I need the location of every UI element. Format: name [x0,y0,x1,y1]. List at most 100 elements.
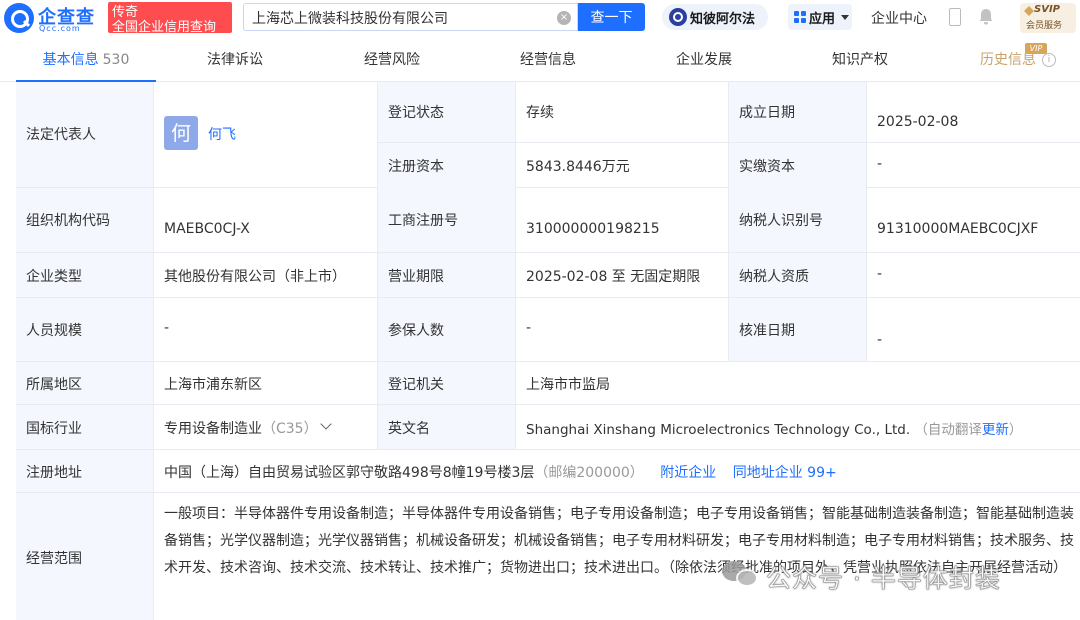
search-box: × [243,3,578,31]
region-label-cell: 所属地区 [16,362,154,404]
reg-authority-value-cell: 上海市市监局 [516,362,1080,404]
main-tabs: 基本信息 530 法律诉讼 经营风险 经营信息 企业发展 知识产权 历史信息 [0,40,1080,82]
tab-operation[interactable]: 经营信息 [488,40,608,82]
tab-development[interactable]: 企业发展 [644,40,764,82]
taxpayer-id-value: 91310000MAEBC0CJXF [877,221,1039,237]
qcc-logo[interactable]: 企查查 Qcc.com 传奇 全国企业信用查询 [4,2,232,35]
address-label: 注册地址 [26,465,82,481]
insured-value-cell: - [516,298,729,361]
vip-tag: VIP [1025,43,1047,54]
svip-button[interactable]: SVIP 会员服务 [1020,3,1076,33]
info-icon[interactable]: i [1042,53,1056,67]
tab-risk[interactable]: 经营风险 [332,40,452,82]
watermark-text: 公众号 · 半导体封装 [766,564,1001,594]
svip-label: SVIP [1034,4,1060,15]
biz-reg-no-value: 310000000198215 [526,221,660,237]
biz-term-label-cell: 营业期限 [378,253,516,297]
approve-date-value-cell: - [867,298,1080,361]
auto-translate-end: ） [1008,422,1023,438]
logo-tag: 传奇 全国企业信用查询 [108,2,232,35]
clear-icon[interactable]: × [557,11,571,25]
qcc-logo-icon [4,3,34,33]
table-row: 注册地址 中国（上海）自由贸易试验区郭守敬路498号8幢19号楼3层（邮编200… [16,450,1080,493]
paid-capital-value-cell: - [867,143,1080,188]
industry-name: 专用设备制造业 [164,421,262,437]
en-name-label-cell: 英文名 [378,405,516,449]
industry-label-cell: 国标行业 [16,405,154,449]
tab-legal[interactable]: 法律诉讼 [175,40,295,82]
search-button[interactable]: 查一下 [578,3,645,31]
postcode-text: （邮编200000） [534,465,644,481]
search-input[interactable] [252,8,542,28]
table-row: 企业类型 其他股份有限公司（非上市） 营业期限 2025-02-08 至 无固定… [16,253,1080,298]
insured-label-cell: 参保人数 [378,298,516,361]
caret-down-icon [841,15,849,20]
org-code-value: MAEBC0CJ-X [164,221,250,237]
logo-domain: Qcc.com [39,24,81,33]
staff-size-label: 人员规模 [26,323,82,339]
found-date-value: 2025-02-08 [877,114,959,130]
address-value: 中国（上海）自由贸易试验区郭守敬路498号8幢19号楼3层（邮编200000） … [164,462,837,482]
en-name-value-cell: Shanghai Xinshang Microelectronics Techn… [516,405,1080,449]
biz-reg-no-value-cell: 310000000198215 [516,188,729,252]
svip-sub-label: 会员服务 [1026,21,1063,31]
address-text: 中国（上海）自由贸易试验区郭守敬路498号8幢19号楼3层 [164,465,535,481]
legal-rep-label: 法定代表人 [26,127,96,143]
org-code-label: 组织机构代码 [26,213,110,229]
biz-reg-no-label: 工商注册号 [388,213,458,229]
approve-date-label-cell: 核准日期 [729,298,867,361]
same-address-link[interactable]: 同地址企业 99+ [733,465,837,481]
table-row: 组织机构代码 MAEBC0CJ-X 工商注册号 310000000198215 … [16,188,1080,253]
biz-term-value: 2025-02-08 至 无固定期限 [526,269,701,285]
reg-authority-value: 上海市市监局 [526,377,610,393]
table-row: 法定代表人 何 何飞 登记状态 存续 成立日期 2025-02-08 注册资本 … [16,82,1080,188]
legal-rep-avatar[interactable]: 何 [164,116,198,150]
biz-term-label: 营业期限 [388,269,444,285]
tab-basic-info-label: 基本信息 [42,52,99,68]
staff-size-label-cell: 人员规模 [16,298,154,361]
industry-value: 专用设备制造业（C35） [164,418,318,438]
industry-label: 国标行业 [26,421,82,437]
nearby-companies-link[interactable]: 附近企业 [660,465,716,481]
basic-info-table: 法定代表人 何 何飞 登记状态 存续 成立日期 2025-02-08 注册资本 … [16,82,1080,620]
table-row: 国标行业 专用设备制造业（C35） 英文名 Shanghai Xinshang … [16,405,1080,450]
update-link[interactable]: 更新 [982,422,1009,438]
industry-code: （C35） [262,421,318,437]
reg-status-label-cell: 登记状态 [378,82,516,143]
biz-reg-no-label-cell: 工商注册号 [378,188,516,252]
bell-icon[interactable] [978,8,994,25]
ent-type-value-cell: 其他股份有限公司（非上市） [154,253,378,297]
found-date-value-cell: 2025-02-08 [867,82,1080,143]
ent-type-label: 企业类型 [26,269,82,285]
tab-ip[interactable]: 知识产权 [800,40,920,82]
address-label-cell: 注册地址 [16,450,154,492]
address-value-cell: 中国（上海）自由贸易试验区郭守敬路498号8幢19号楼3层（邮编200000） … [154,450,1080,492]
taxpayer-id-label-cell: 纳税人识别号 [729,188,867,252]
zhibi-logo-icon [669,8,687,26]
tab-basic-info[interactable]: 基本信息 530 [16,40,156,82]
reg-status-value-cell: 存续 [516,82,729,143]
app-menu-button[interactable]: 应用 [788,4,852,30]
reg-capital-label-cell: 注册资本 [378,143,516,188]
paid-capital-label-cell: 实缴资本 [729,143,867,188]
industry-value-cell[interactable]: 专用设备制造业（C35） [154,405,378,449]
taxpayer-qual-label-cell: 纳税人资质 [729,253,867,297]
legal-rep-name-link[interactable]: 何飞 [208,124,236,144]
taxpayer-id-value-cell: 91310000MAEBC0CJXF [867,188,1080,252]
app-grid-icon [794,11,806,23]
scope-label-cell: 经营范围 [16,493,154,620]
reg-authority-label-cell: 登记机关 [378,362,516,404]
scope-label: 经营范围 [26,551,82,567]
chevron-down-icon[interactable] [320,418,332,430]
ent-type-value: 其他股份有限公司（非上市） [164,269,346,285]
ent-type-label-cell: 企业类型 [16,253,154,297]
phone-icon[interactable] [949,8,961,26]
crown-icon [1024,6,1034,16]
taxpayer-qual-value: - [877,266,883,282]
reg-authority-label: 登记机关 [388,377,444,393]
reg-capital-value-cell: 5843.8446万元 [516,143,729,188]
table-row: 人员规模 - 参保人数 - 核准日期 - [16,298,1080,362]
org-code-value-cell: MAEBC0CJ-X [154,188,378,252]
zhibi-alpha-button[interactable]: 知彼阿尔法 [662,4,768,30]
enterprise-center-link[interactable]: 企业中心 [871,8,927,28]
